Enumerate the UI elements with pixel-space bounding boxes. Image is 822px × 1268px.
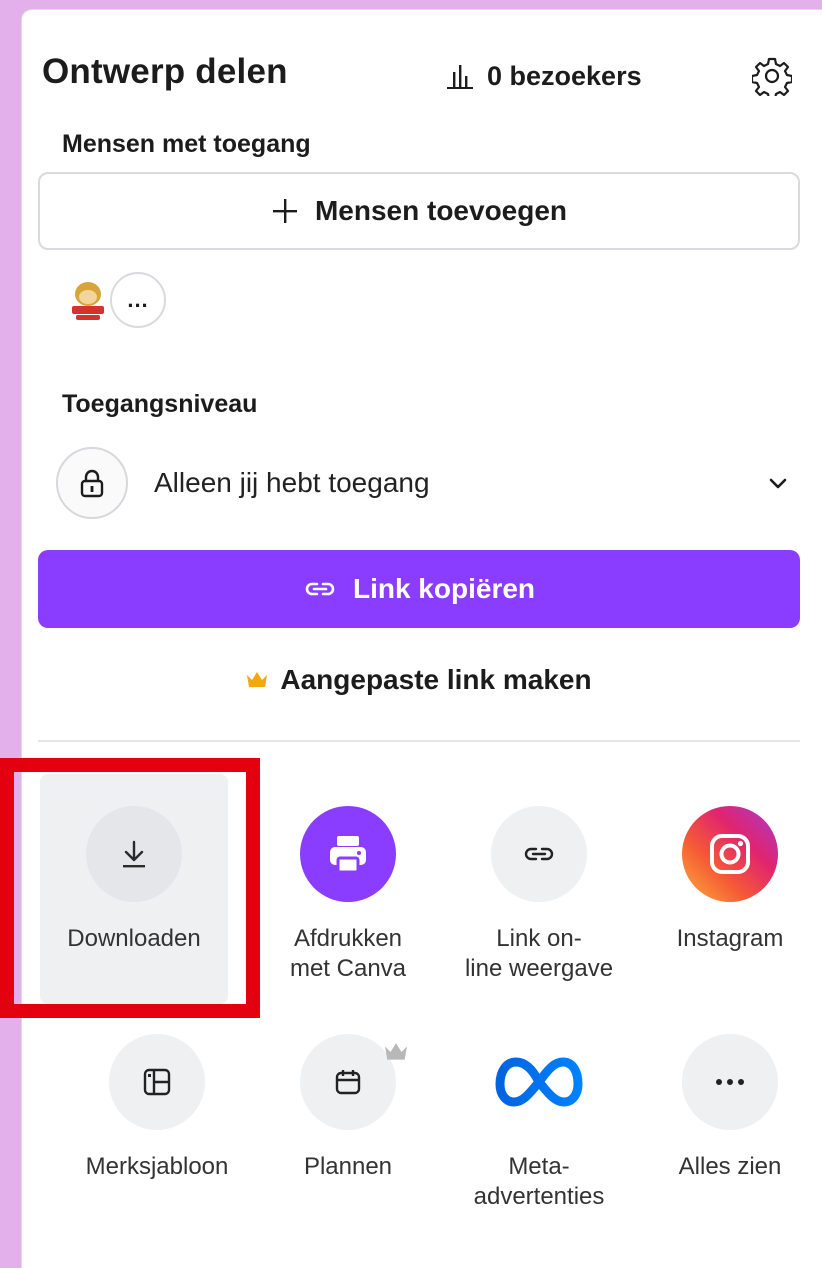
printer-icon [330, 836, 366, 874]
share-option-label: Afdrukken met Canva [253, 924, 443, 984]
lock-icon-container [56, 447, 128, 519]
add-people-label: Mensen toevoegen [314, 195, 568, 226]
share-option-view-only-link[interactable]: Link on- line weergave [444, 806, 634, 984]
panel-title: Ontwerp delen [42, 52, 288, 91]
label-line: Meta- [508, 1153, 570, 1180]
printer-icon-circle [300, 806, 396, 902]
calendar-icon [335, 1070, 361, 1095]
more-people-button[interactable]: ... [110, 272, 166, 328]
bar-chart-icon [447, 65, 473, 89]
link-icon-circle [491, 806, 587, 902]
share-option-meta-ads[interactable]: Meta- advertenties [444, 1034, 634, 1212]
crown-icon [385, 1043, 407, 1060]
more-icon [716, 1079, 744, 1085]
instagram-icon [710, 834, 750, 874]
share-option-brand-template[interactable]: Merksjabloon [62, 1034, 252, 1182]
meta-icon-circle [491, 1034, 587, 1130]
share-option-label: Alles zien [678, 1153, 782, 1180]
share-option-schedule[interactable]: Plannen [253, 1034, 443, 1182]
label-line: Link on- [496, 925, 582, 952]
access-level-value: Alleen jij hebt toegang [154, 467, 430, 498]
copy-link-label: Link kopiëren [352, 573, 536, 604]
instagram-icon-circle [682, 806, 778, 902]
share-option-label: Meta- advertenties [444, 1152, 634, 1212]
copy-link-button[interactable]: Link kopiëren [38, 550, 800, 628]
share-option-instagram[interactable]: Instagram [635, 806, 822, 954]
chevron-down-icon [769, 478, 787, 489]
share-option-see-all[interactable]: Alles zien [635, 1034, 822, 1182]
access-level-label: Toegangsniveau [62, 390, 258, 418]
share-option-label: Plannen [303, 1153, 393, 1180]
custom-link-label: Aangepaste link maken [280, 664, 592, 695]
add-people-button[interactable]: Mensen toevoegen [38, 172, 800, 250]
gear-icon[interactable] [752, 56, 792, 96]
people-with-access-label: Mensen met toegang [62, 130, 311, 158]
highlight-box [0, 758, 260, 1018]
lock-icon [80, 469, 104, 498]
label-line: line weergave [464, 955, 614, 982]
visitors-button[interactable]: 0 bezoekers [445, 52, 642, 100]
share-option-label: Link on- line weergave [444, 924, 634, 984]
label-line: Afdrukken [293, 925, 403, 952]
visitors-count: 0 bezoekers [487, 60, 642, 91]
share-option-label: Instagram [676, 925, 784, 952]
link-icon [524, 847, 554, 861]
more-icon-circle [682, 1034, 778, 1130]
calendar-icon-circle [300, 1034, 396, 1130]
plus-icon [272, 199, 297, 223]
meta-icon [495, 1057, 583, 1107]
brand-template-icon-circle [109, 1034, 205, 1130]
share-option-label: Merksjabloon [85, 1153, 229, 1180]
divider [38, 740, 800, 742]
custom-link-button[interactable]: Aangepaste link maken [38, 655, 800, 705]
label-line: met Canva [289, 955, 407, 982]
avatar[interactable] [58, 270, 118, 330]
share-option-print[interactable]: Afdrukken met Canva [253, 806, 443, 984]
access-level-dropdown[interactable]: Alleen jij hebt toegang [38, 445, 800, 521]
label-line: advertenties [473, 1183, 605, 1210]
link-icon [305, 582, 335, 596]
brand-template-icon [143, 1068, 171, 1096]
crown-icon [247, 672, 268, 687]
